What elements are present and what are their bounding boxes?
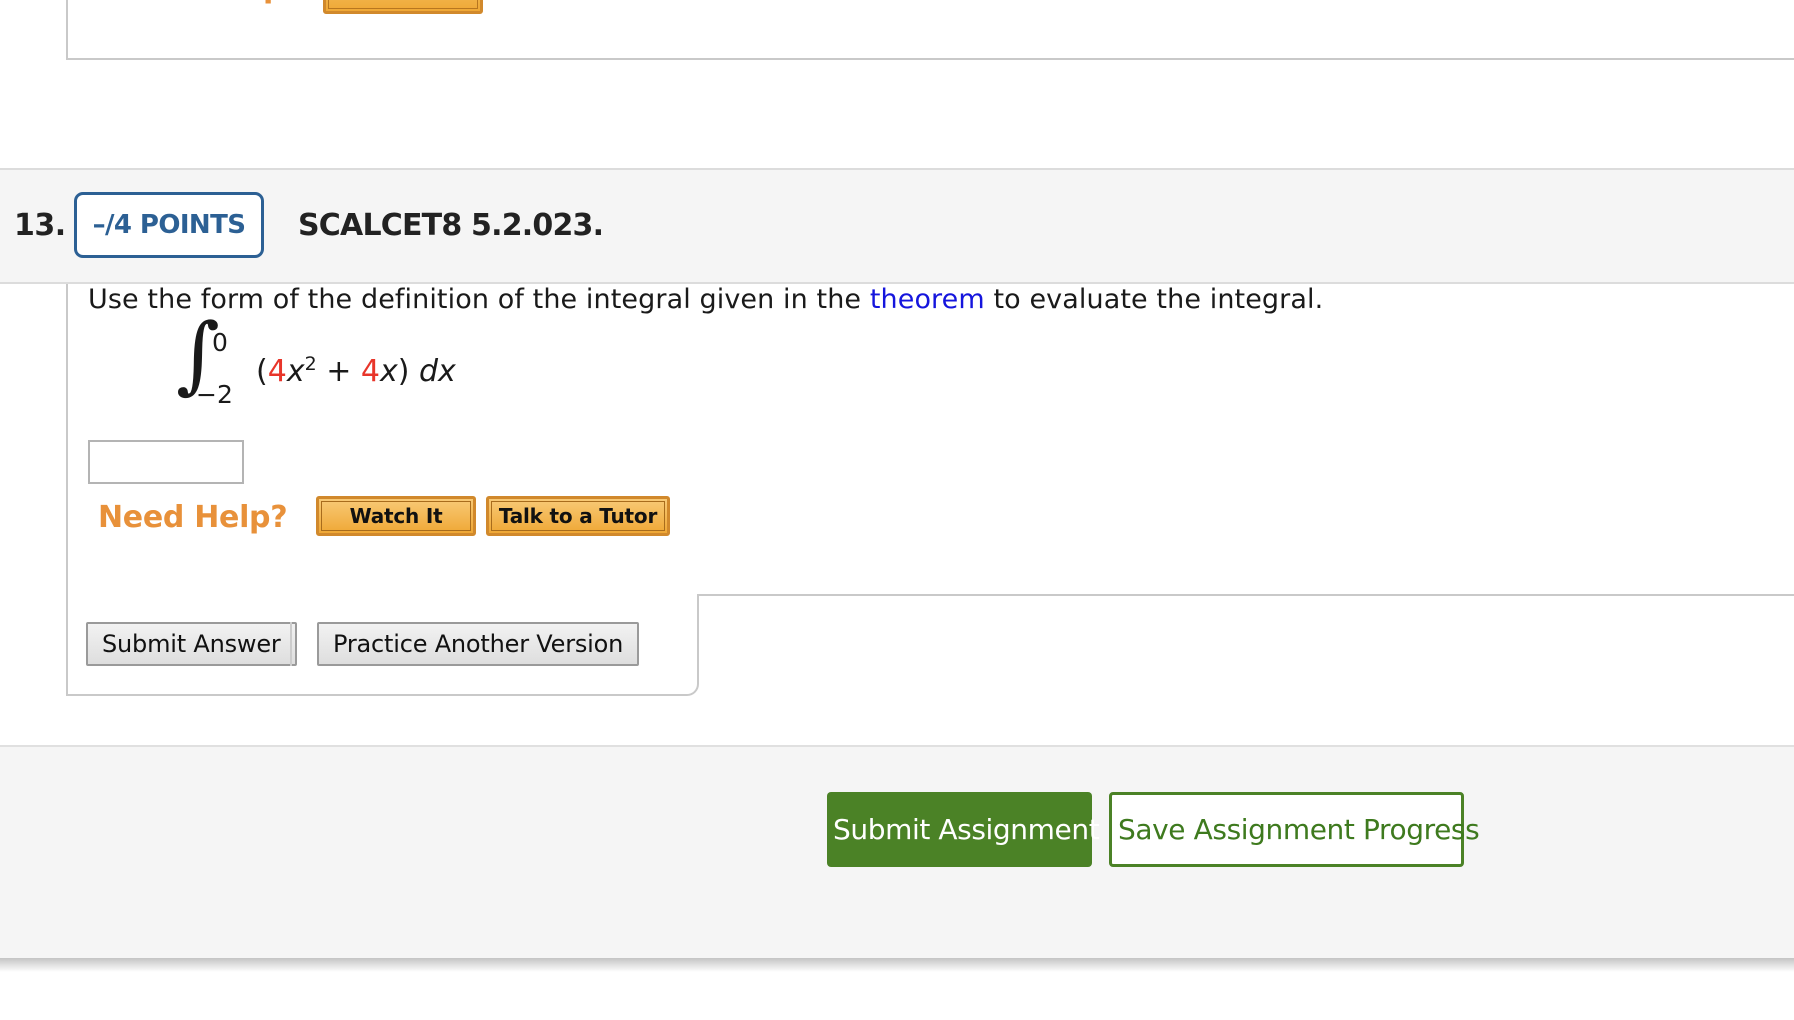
integral-sign-group: ∫ 0 −2 [176,312,254,416]
footer-shadow [0,958,1794,972]
differential-dx: dx [419,354,456,389]
coefficient-1: 4 [267,354,287,389]
talk-to-tutor-button[interactable]: Talk to a Tutor [486,496,670,536]
question-body: Use the form of the definition of the in… [66,284,1794,595]
button-divider [290,622,292,666]
variable-1: x [286,354,305,389]
watch-it-button[interactable]: Watch It [316,496,476,536]
watch-it-label: Watch It [349,504,443,528]
previous-watch-it-button[interactable] [323,0,483,14]
submit-box-divider-line [699,594,1794,596]
close-paren: ) [397,354,410,389]
question-number: 13. [14,208,66,243]
previous-question-card: Need Help? [66,0,1794,60]
points-badge-label: –/4 POINTS [92,210,246,240]
practice-another-version-button[interactable]: Practice Another Version [317,622,640,666]
button-bevel: Talk to a Tutor [491,501,665,531]
points-badge: –/4 POINTS [74,192,264,258]
prompt-text-after: to evaluate the integral. [984,284,1324,315]
coefficient-2: 4 [360,354,380,389]
save-assignment-progress-button[interactable]: Save Assignment Progress [1109,792,1480,867]
previous-need-help-label: Need Help? [112,0,302,5]
integral-lower-limit: −2 [196,380,233,409]
integral-expression: ∫ 0 −2 (4x2 + 4x) dx [176,312,456,416]
answer-input[interactable] [88,440,244,484]
theorem-link[interactable]: theorem [870,284,985,315]
assignment-footer: Submit Assignment Save Assignment Progre… [0,745,1794,958]
need-help-label: Need Help? [98,500,288,535]
open-paren: ( [256,354,268,389]
submit-assignment-button[interactable]: Submit Assignment [827,792,1100,867]
button-bevel [328,0,478,9]
exponent-1: 2 [304,353,317,375]
question-header-band: 13. –/4 POINTS SCALCET8 5.2.023. [0,168,1794,284]
integrand: (4x2 + 4x) dx [256,354,456,389]
submit-answer-button[interactable]: Submit Answer [86,622,297,666]
operator: + [316,354,361,389]
variable-2: x [379,354,398,389]
integral-upper-limit: 0 [212,328,228,357]
question-prompt: Use the form of the definition of the in… [88,284,1323,315]
question-code: SCALCET8 5.2.023. [298,208,604,243]
button-bevel: Watch It [321,501,471,531]
talk-to-tutor-label: Talk to a Tutor [498,504,658,528]
submit-answer-box: Submit Answer Practice Another Version [66,594,699,696]
differential [409,354,419,389]
